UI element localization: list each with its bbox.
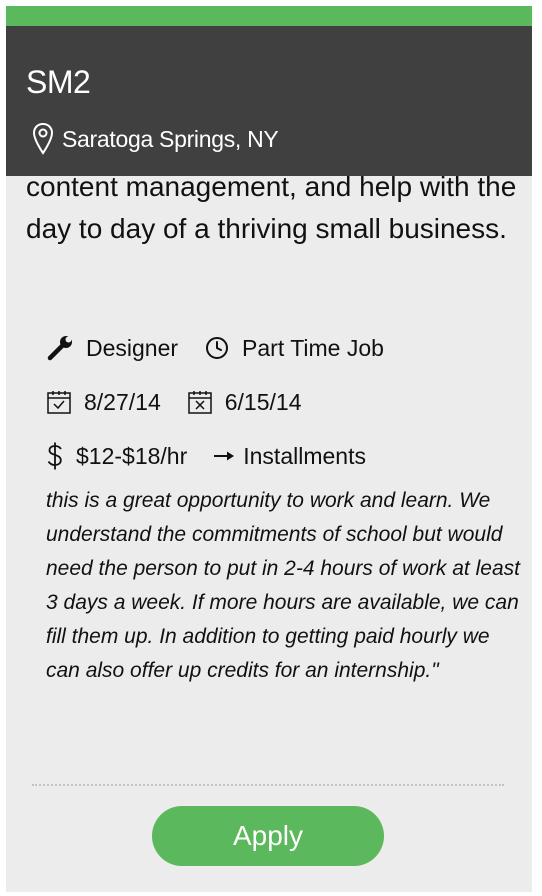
payment-method-item: Installments <box>213 443 366 470</box>
job-description: content management, and help with the da… <box>26 171 517 244</box>
start-date-label: 8/27/14 <box>84 388 161 415</box>
dollar-icon <box>46 441 64 471</box>
start-date-item: 8/27/14 <box>46 389 161 416</box>
job-title: SM2 <box>26 64 91 100</box>
role-item: Designer <box>46 334 178 362</box>
wrench-icon <box>46 334 74 362</box>
pay-item: $12-$18/hr <box>46 441 187 471</box>
role-type-row: Designer Part Time Job <box>46 330 384 366</box>
job-note: this is a great opportunity to work and … <box>46 489 520 682</box>
job-location: Saratoga Springs, NY <box>32 122 279 156</box>
arrow-right-icon <box>213 448 235 464</box>
divider <box>32 784 504 786</box>
end-date-label: 6/15/14 <box>224 388 302 415</box>
job-type-label: Part Time Job <box>242 334 384 361</box>
pay-label: $12-$18/hr <box>76 442 188 469</box>
apply-button[interactable]: Apply <box>152 806 384 866</box>
job-type-item: Part Time Job <box>204 335 384 362</box>
job-card: SM2 Saratoga Springs, NY content managem… <box>6 6 532 892</box>
payment-method-label: Installments <box>243 442 366 469</box>
map-pin-icon <box>32 122 54 156</box>
end-date-item: 6/15/14 <box>187 389 302 416</box>
clock-icon <box>204 335 230 361</box>
job-header: SM2 Saratoga Springs, NY <box>6 26 532 176</box>
calendar-check-icon <box>46 389 72 415</box>
role-label: Designer <box>86 334 179 361</box>
calendar-x-icon <box>187 389 213 415</box>
pay-row: $12-$18/hr Installments <box>46 438 366 474</box>
location-label: Saratoga Springs, NY <box>62 125 279 152</box>
accent-stripe <box>6 6 532 26</box>
dates-row: 8/27/14 6/15/14 <box>46 384 302 420</box>
